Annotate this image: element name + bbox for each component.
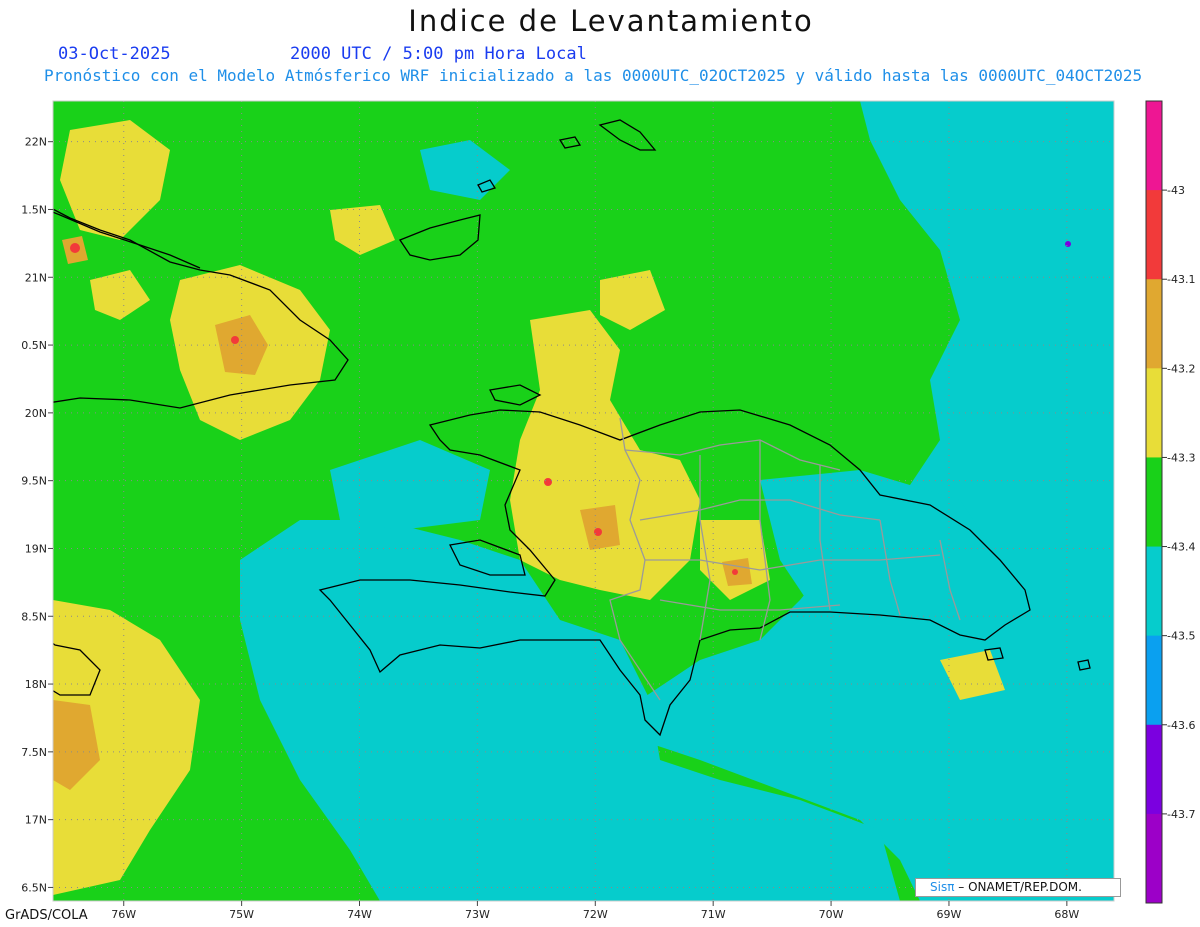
colorbar-label: -43	[1167, 184, 1185, 197]
colorbar-swatch	[1146, 368, 1162, 458]
lat-label: 1.5N	[21, 203, 47, 216]
longitude-labels: 76W 75W 74W 73W 72W 71W 70W 69W 68W	[111, 901, 1079, 921]
lon-label: 70W	[819, 908, 844, 921]
colorbar-label: -43.5	[1167, 630, 1195, 643]
lifted-index-field	[53, 101, 1114, 901]
lon-label: 74W	[347, 908, 372, 921]
lon-label: 76W	[111, 908, 136, 921]
grads-credit: GrADS/COLA	[5, 908, 88, 923]
credit-box: Sisπ – ONAMET/REP.DOM.	[915, 878, 1121, 897]
lon-label: 75W	[229, 908, 254, 921]
colorbar-swatch	[1146, 546, 1162, 637]
colorbar-label: -43.7	[1167, 808, 1195, 821]
lat-label: 0.5N	[21, 339, 47, 352]
red-spot-4	[594, 528, 602, 536]
lat-label: 6.5N	[21, 881, 47, 894]
colorbar-label: -43.4	[1167, 541, 1195, 554]
lon-label: 73W	[465, 908, 490, 921]
red-spot-2	[231, 336, 239, 344]
org-credit: – ONAMET/REP.DOM.	[954, 880, 1082, 894]
colorbar-swatch	[1146, 813, 1162, 904]
lon-label: 72W	[583, 908, 608, 921]
colorbar-swatch	[1146, 190, 1162, 280]
colorbar-swatch	[1146, 101, 1162, 191]
purple-spot	[1065, 241, 1071, 247]
red-spot-3	[544, 478, 552, 486]
lon-label: 68W	[1054, 908, 1079, 921]
red-spot-5	[732, 569, 738, 575]
colorbar-swatch	[1146, 635, 1162, 726]
red-spot-1	[70, 243, 80, 253]
colorbar-swatch	[1146, 724, 1162, 815]
lat-label: 18N	[25, 678, 47, 691]
lat-label: 9.5N	[21, 475, 47, 488]
lon-label: 71W	[701, 908, 726, 921]
lon-label: 69W	[937, 908, 962, 921]
colorbar-swatch	[1146, 279, 1162, 369]
lat-label: 21N	[25, 271, 47, 284]
sis-logo-text: Sis	[930, 880, 948, 894]
latitude-labels: 22N 1.5N 21N 0.5N 20N 9.5N 19N 8.5N 18N 7.5N 17N 6.…	[21, 136, 53, 894]
lat-label: 8.5N	[21, 610, 47, 623]
colorbar-label: -43.1	[1167, 273, 1195, 286]
lat-label: 22N	[25, 136, 47, 149]
forecast-map: 22N 1.5N 21N 0.5N 20N 9.5N 19N 8.5N 18N 7.5N 17N 6.…	[21, 100, 1195, 921]
lat-label: 19N	[25, 542, 47, 555]
colorbar: -43 -43.1 -43.2 -43.3 -43.4 -43.5 -43.6 -43.7	[1145, 100, 1195, 904]
lat-label: 7.5N	[21, 746, 47, 759]
colorbar-label: -43.3	[1167, 451, 1195, 464]
colorbar-swatch	[1146, 457, 1162, 548]
colorbar-label: -43.2	[1167, 362, 1195, 375]
lat-label: 20N	[25, 407, 47, 420]
lat-label: 17N	[25, 814, 47, 827]
colorbar-label: -43.6	[1167, 719, 1195, 732]
